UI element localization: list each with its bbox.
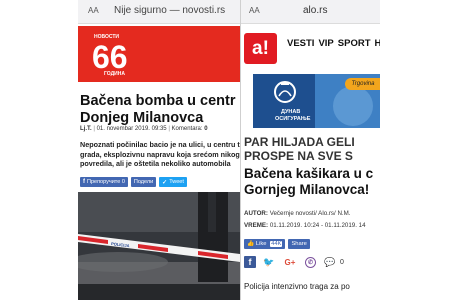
novosti-66-logo[interactable]: НОВОСТИ 66 ГОДИНА	[90, 31, 140, 77]
comments-label: Komentara:	[171, 126, 203, 132]
comments-count: 0	[340, 258, 344, 266]
tweet-label: Tweet	[169, 179, 184, 185]
comments-icon[interactable]: 💬	[323, 256, 337, 268]
article-photo[interactable]: POLICIJA	[78, 192, 240, 300]
comments-count[interactable]: 0	[204, 126, 207, 132]
facebook-icon: f	[83, 179, 85, 185]
reader-aa-button[interactable]: AA	[249, 6, 260, 15]
social-icons: f 🐦 G+ ✆ 💬 0	[244, 256, 344, 268]
facebook-icon[interactable]: f	[244, 256, 256, 268]
fb-share-label: Share	[291, 241, 307, 247]
right-url-text[interactable]: alo.rs	[303, 5, 327, 16]
tweet-button[interactable]: ✓ Tweet	[159, 177, 187, 187]
like-count: 44K	[270, 241, 283, 247]
article-lead: Nepoznati počinilac bacio je na ulici, u…	[80, 140, 240, 169]
date-label: VREME:	[244, 222, 269, 229]
left-browser-pane: AA Nije sigurno — novosti.rs НОВОСТИ 66 …	[78, 0, 240, 300]
dunav-ad-banner[interactable]: Trgovina ДУНАВ ОСИГУРАЊЕ	[253, 74, 380, 128]
thumbs-up-icon: 👍	[247, 241, 255, 247]
fb-share-button[interactable]: Share	[288, 239, 310, 249]
twitter-icon[interactable]: 🐦	[263, 256, 275, 268]
logo-sub-text: ГОДИНА	[104, 71, 125, 77]
viber-icon[interactable]: ✆	[305, 256, 316, 268]
date-value: 01.11.2019. 10:24 - 01.11.2019. 14	[269, 222, 366, 229]
nav-item-hi[interactable]: HI	[375, 38, 381, 49]
like-label: Like	[255, 241, 267, 247]
ad-pill: Trgovina	[345, 78, 380, 90]
like-button[interactable]: 👍 Like 44K	[244, 239, 286, 249]
left-url-text[interactable]: Nije sigurno — novosti.rs	[114, 5, 225, 16]
share-button[interactable]: Подели	[130, 177, 157, 187]
nav-menu: VESTI VIP SPORT HI	[287, 38, 380, 49]
share-label: Подели	[133, 179, 154, 185]
share-bar: f Препоручите 0 Подели ✓ Tweet	[80, 177, 187, 187]
left-address-bar[interactable]: AA Nije sigurno — novosti.rs	[78, 0, 240, 24]
recommend-button[interactable]: f Препоручите 0	[80, 177, 128, 187]
right-address-bar[interactable]: AA alo.rs	[241, 0, 380, 24]
article-author-line: AUTOR: Večernje novosti/ Alo.rs/ N.M.	[244, 210, 351, 217]
author-value: Večernje novosti/ Alo.rs/ N.M.	[269, 210, 351, 217]
article-date-line: VREME: 01.11.2019. 10:24 - 01.11.2019. 1…	[244, 222, 366, 229]
author-label: AUTOR:	[244, 210, 268, 217]
logo-number: 66	[92, 39, 128, 75]
twitter-icon: ✓	[162, 179, 168, 186]
novosti-header: НОВОСТИ 66 ГОДИНА	[78, 26, 240, 82]
article-body-start: Policija intenzivno traga za po	[244, 282, 350, 291]
article-meta: Lj.T. | 01. novembar 2019. 09:35 | Komen…	[80, 126, 208, 132]
nav-item-sport[interactable]: SPORT	[338, 38, 371, 49]
nav-item-vip[interactable]: VIP	[318, 38, 333, 49]
recommend-label: Препоручите 0	[87, 179, 125, 185]
article-kicker: PAR HILJADA GELI PROSPE NA SVE S	[244, 135, 355, 163]
facebook-like-bar: 👍 Like 44K Share	[244, 239, 310, 249]
alo-navbar: a! VESTI VIP SPORT HI	[241, 30, 380, 64]
reader-aa-button[interactable]: AA	[88, 6, 99, 15]
ad-brand-line1: ДУНАВ	[281, 109, 301, 115]
article-date: 01. novembar 2019. 09:35	[96, 126, 167, 132]
article-title: Bačena kašikara u c Gornjeg Milanovca!	[244, 166, 374, 197]
article-author: Lj.T.	[80, 126, 92, 132]
alo-logo[interactable]: a!	[244, 33, 277, 64]
google-plus-icon[interactable]: G+	[282, 256, 298, 268]
right-browser-pane: AA alo.rs a! VESTI VIP SPORT HI Trgovina…	[240, 0, 380, 300]
nav-item-vesti[interactable]: VESTI	[287, 38, 314, 49]
ad-brand-line2: ОСИГУРАЊЕ	[275, 116, 311, 122]
article-title: Bačena bomba u centr Donjeg Milanovca	[80, 93, 236, 126]
